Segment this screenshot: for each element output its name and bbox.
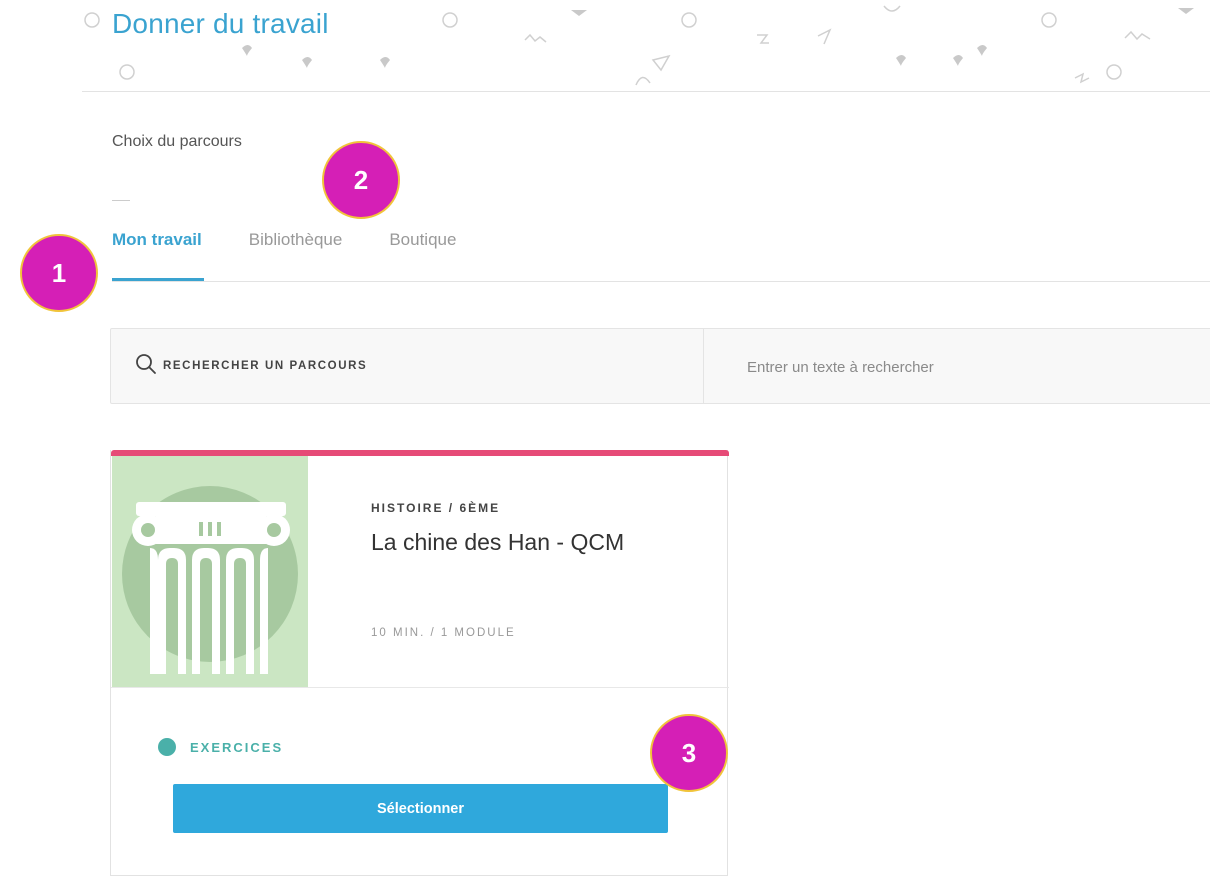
search-bar: RECHERCHER UN PARCOURS: [110, 328, 1210, 404]
section-label: Choix du parcours: [112, 133, 242, 150]
type-label: EXERCICES: [190, 739, 284, 755]
column-icon: [132, 502, 290, 674]
search-label-box: RECHERCHER UN PARCOURS: [111, 329, 704, 403]
annotation-badge-1: 1: [20, 234, 98, 312]
tab-bar: Mon travail Bibliothèque Boutique: [112, 230, 503, 282]
card-thumbnail: [112, 456, 308, 687]
select-button[interactable]: Sélectionner: [173, 784, 668, 833]
search-label: RECHERCHER UN PARCOURS: [163, 360, 368, 372]
tab-boutique[interactable]: Boutique: [389, 230, 456, 282]
page-header: Donner du travail: [0, 0, 1210, 92]
card-meta: 10 MIN. / 1 MODULE: [371, 627, 516, 639]
search-input[interactable]: [747, 356, 1167, 378]
course-card: HISTOIRE / 6ÈME La chine des Han - QCM 1…: [110, 450, 729, 876]
card-divider: [111, 687, 729, 688]
tab-bibliotheque[interactable]: Bibliothèque: [249, 230, 343, 282]
tab-mon-travail[interactable]: Mon travail: [112, 230, 204, 282]
section-dash: [112, 200, 130, 201]
tabs-divider: [112, 281, 1210, 282]
type-dot-icon: [158, 738, 176, 756]
annotation-badge-2: 2: [322, 141, 400, 219]
card-subject: HISTOIRE / 6ÈME: [371, 501, 501, 515]
annotation-badge-3: 3: [650, 714, 728, 792]
card-type: EXERCICES: [158, 738, 283, 756]
card-title: La chine des Han - QCM: [371, 529, 625, 555]
page-title: Donner du travail: [112, 8, 329, 39]
header-divider: [82, 91, 1210, 92]
search-icon: [135, 353, 157, 380]
